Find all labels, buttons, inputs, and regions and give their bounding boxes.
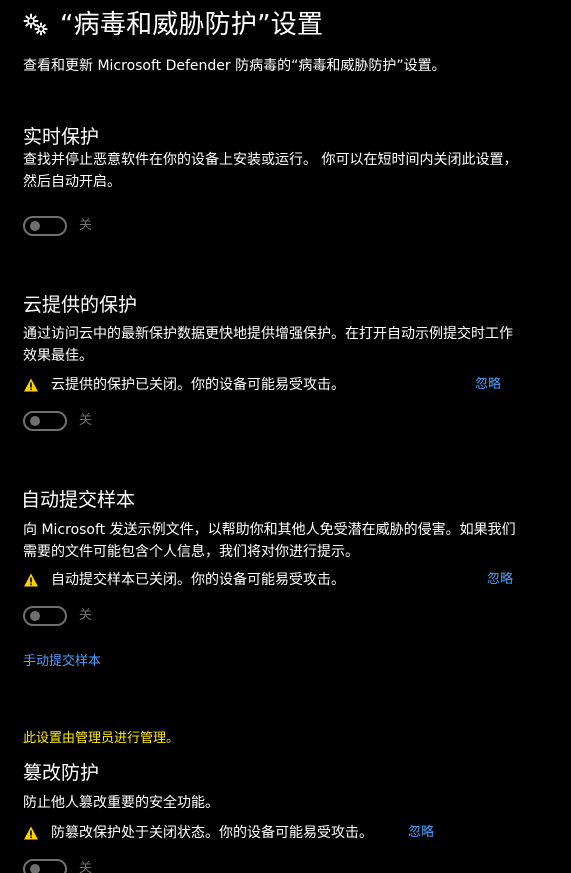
warning-text: 自动提交样本已关闭。你的设备可能易受攻击。 (51, 572, 345, 588)
section-title-cloud-protection: 云提供的保护 (23, 294, 138, 316)
realtime-protection-toggle[interactable] (23, 216, 67, 236)
toggle-knob (30, 864, 40, 873)
gear-icon (22, 11, 50, 39)
section-title-sample-submission: 自动提交样本 (21, 489, 136, 511)
warning-icon (23, 825, 39, 841)
settings-page: “病毒和威胁防护”设置 查看和更新 Microsoft Defender 防病毒… (0, 0, 571, 873)
page-title: “病毒和威胁防护”设置 (60, 10, 324, 40)
cloud-protection-toggle[interactable] (23, 411, 67, 431)
toggle-knob (30, 221, 40, 231)
section-title-tamper-protection: 篡改防护 (23, 762, 100, 784)
warning-tamper-protection: 防篡改保护处于关闭状态。你的设备可能易受攻击。 (23, 822, 373, 844)
warning-icon (23, 377, 39, 393)
warning-text: 防篡改保护处于关闭状态。你的设备可能易受攻击。 (51, 825, 373, 841)
dismiss-link-sample-submission[interactable]: 忽略 (487, 570, 513, 590)
page-subtitle: 查看和更新 Microsoft Defender 防病毒的“病毒和威胁防护”设置… (23, 58, 446, 74)
manual-sample-submission-link[interactable]: 手动提交样本 (23, 652, 101, 672)
warning-text: 云提供的保护已关闭。你的设备可能易受攻击。 (51, 377, 345, 393)
warning-icon (23, 572, 39, 588)
toggle-row-sample-submission: 关 (23, 605, 92, 627)
toggle-state-label: 关 (79, 608, 93, 623)
admin-managed-note: 此设置由管理员进行管理。 (23, 731, 180, 746)
toggle-row-tamper-protection: 关 (23, 858, 92, 873)
toggle-knob (30, 416, 40, 426)
page-header: “病毒和威胁防护”设置 (22, 8, 323, 42)
section-title-realtime-protection: 实时保护 (23, 126, 100, 148)
dismiss-link-tamper-protection[interactable]: 忽略 (408, 823, 434, 843)
warning-cloud-protection: 云提供的保护已关闭。你的设备可能易受攻击。 (23, 374, 345, 396)
tamper-protection-toggle[interactable] (23, 859, 67, 873)
toggle-state-label: 关 (79, 218, 93, 233)
dismiss-link-cloud-protection[interactable]: 忽略 (475, 375, 501, 395)
toggle-knob (30, 611, 40, 621)
section-desc-cloud-protection: 通过访问云中的最新保护数据更快地提供增强保护。在打开自动示例提交时工作效果最佳。 (23, 326, 513, 364)
section-desc-tamper-protection: 防止他人篡改重要的安全功能。 (23, 795, 219, 811)
sample-submission-toggle[interactable] (23, 606, 67, 626)
section-desc-sample-submission: 向 Microsoft 发送示例文件，以帮助你和其他人免受潜在威胁的侵害。如果我… (23, 522, 516, 560)
toggle-state-label: 关 (79, 861, 93, 873)
toggle-row-realtime-protection: 关 (23, 215, 92, 237)
toggle-row-cloud-protection: 关 (23, 410, 92, 432)
warning-sample-submission: 自动提交样本已关闭。你的设备可能易受攻击。 (23, 569, 345, 591)
toggle-state-label: 关 (79, 413, 93, 428)
section-desc-realtime-protection: 查找并停止恶意软件在你的设备上安装或运行。 你可以在短时间内关闭此设置，然后自动… (23, 152, 518, 190)
